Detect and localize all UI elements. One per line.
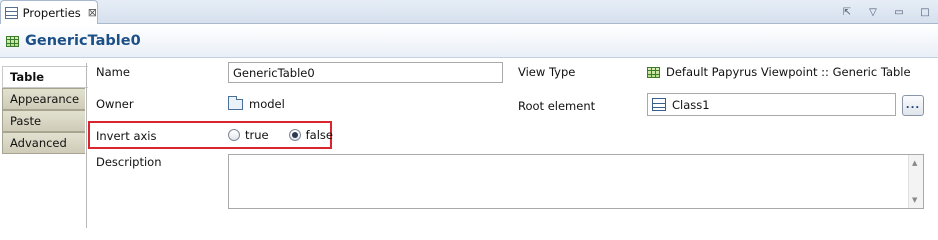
name-field[interactable]: GenericTable0 — [228, 62, 503, 83]
invert-axis-true-option[interactable]: true — [228, 128, 269, 142]
view-tab-title: Properties — [22, 5, 81, 20]
properties-header: GenericTable0 — [0, 25, 938, 58]
false-radio[interactable] — [288, 129, 301, 141]
owner-label: Owner — [96, 97, 134, 111]
scroll-up-icon[interactable]: ▲ — [912, 159, 917, 167]
page-title: GenericTable0 — [25, 33, 141, 49]
scroll-down-icon[interactable]: ▼ — [912, 196, 917, 204]
owner-value: model — [228, 95, 285, 111]
description-label: Description — [96, 155, 162, 169]
description-textarea[interactable]: ▲ ▼ — [228, 154, 924, 209]
properties-view-tab[interactable]: Properties ⊠ — [0, 0, 98, 24]
close-icon[interactable]: ⊠ — [88, 6, 97, 19]
view-toolbar: ⇱ ▽ ▭ □ — [840, 3, 932, 21]
view-type-label: View Type — [518, 65, 576, 79]
name-label: Name — [96, 65, 130, 79]
class-icon — [652, 98, 666, 111]
view-type-text: Default Papyrus Viewpoint :: Generic Tab… — [666, 65, 911, 79]
package-icon — [228, 95, 243, 110]
view-tab-bar: Properties ⊠ ⇱ ▽ ▭ □ — [0, 0, 938, 24]
description-scrollbar[interactable]: ▲ ▼ — [908, 155, 923, 208]
side-tab-list: Table Appearance Paste Advanced — [0, 63, 88, 228]
tab-appearance[interactable]: Appearance — [2, 88, 85, 110]
invert-axis-radio-group: true false — [228, 128, 333, 142]
invert-axis-false-option[interactable]: false — [288, 128, 333, 142]
new-view-icon[interactable]: ⇱ — [840, 5, 854, 19]
invert-axis-label: Invert axis — [96, 129, 157, 143]
minimize-icon[interactable]: ▭ — [892, 5, 906, 19]
false-radio-label: false — [305, 128, 333, 142]
tab-paste[interactable]: Paste — [2, 110, 85, 132]
generic-table-icon — [6, 35, 19, 47]
side-tab-divider — [86, 63, 87, 228]
properties-icon — [5, 6, 18, 19]
root-element-field[interactable]: Class1 — [647, 93, 896, 116]
tab-table[interactable]: Table — [2, 66, 88, 88]
maximize-icon[interactable]: □ — [918, 5, 932, 19]
view-type-value: Default Papyrus Viewpoint :: Generic Tab… — [647, 65, 911, 79]
true-radio[interactable] — [228, 129, 240, 141]
tab-advanced[interactable]: Advanced — [2, 132, 85, 154]
table-icon — [647, 66, 660, 78]
root-element-text: Class1 — [672, 97, 710, 112]
owner-text: model — [249, 97, 285, 111]
browse-button[interactable]: ... — [902, 95, 924, 116]
root-element-label: Root element — [518, 99, 596, 113]
true-radio-label: true — [245, 128, 269, 142]
view-menu-icon[interactable]: ▽ — [866, 5, 880, 19]
